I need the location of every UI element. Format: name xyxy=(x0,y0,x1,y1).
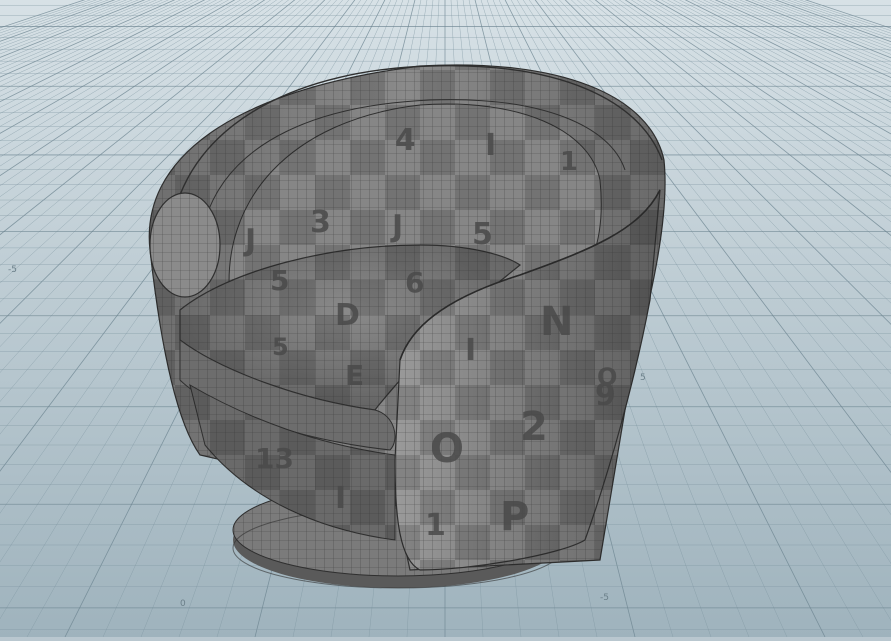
grid-label: 0 xyxy=(180,599,186,609)
uv-glyph: 6 xyxy=(405,266,424,299)
uv-glyph: I xyxy=(465,333,476,368)
uv-glyph: 5 xyxy=(270,264,289,297)
uv-glyph: 1 xyxy=(560,147,578,177)
uv-glyph: 5 xyxy=(272,333,289,361)
uv-glyph: J xyxy=(390,209,403,244)
uv-glyph: 13 xyxy=(255,442,294,475)
uv-glyph: 3 xyxy=(310,205,331,240)
uv-glyph: 5 xyxy=(472,217,493,252)
uv-glyph: 4 xyxy=(395,123,416,158)
grid-label: -5 xyxy=(600,593,609,603)
grid-label: -5 xyxy=(8,265,17,275)
chair-left-arm xyxy=(149,192,221,298)
uv-glyph: N xyxy=(540,299,573,345)
viewport-canvas[interactable]: -5 5 0 -5 4 I J 3 J 5 1 5 6 D E 5 N I O … xyxy=(0,0,891,638)
grid-label: 5 xyxy=(640,373,646,383)
uv-glyph: J xyxy=(243,223,256,258)
uv-glyph: D xyxy=(335,298,360,333)
uv-glyph: 1 xyxy=(425,508,446,543)
uv-glyph: P xyxy=(500,494,529,540)
uv-glyph: E xyxy=(345,359,364,392)
uv-glyph: I xyxy=(485,128,496,163)
uv-glyph: O xyxy=(597,363,617,391)
uv-glyph: O xyxy=(430,426,464,472)
uv-glyph: I xyxy=(335,481,346,516)
3d-viewport[interactable]: -5 5 0 -5 4 I J 3 J 5 1 5 6 D E 5 N I O … xyxy=(0,0,891,638)
uv-glyph: 2 xyxy=(520,404,548,450)
